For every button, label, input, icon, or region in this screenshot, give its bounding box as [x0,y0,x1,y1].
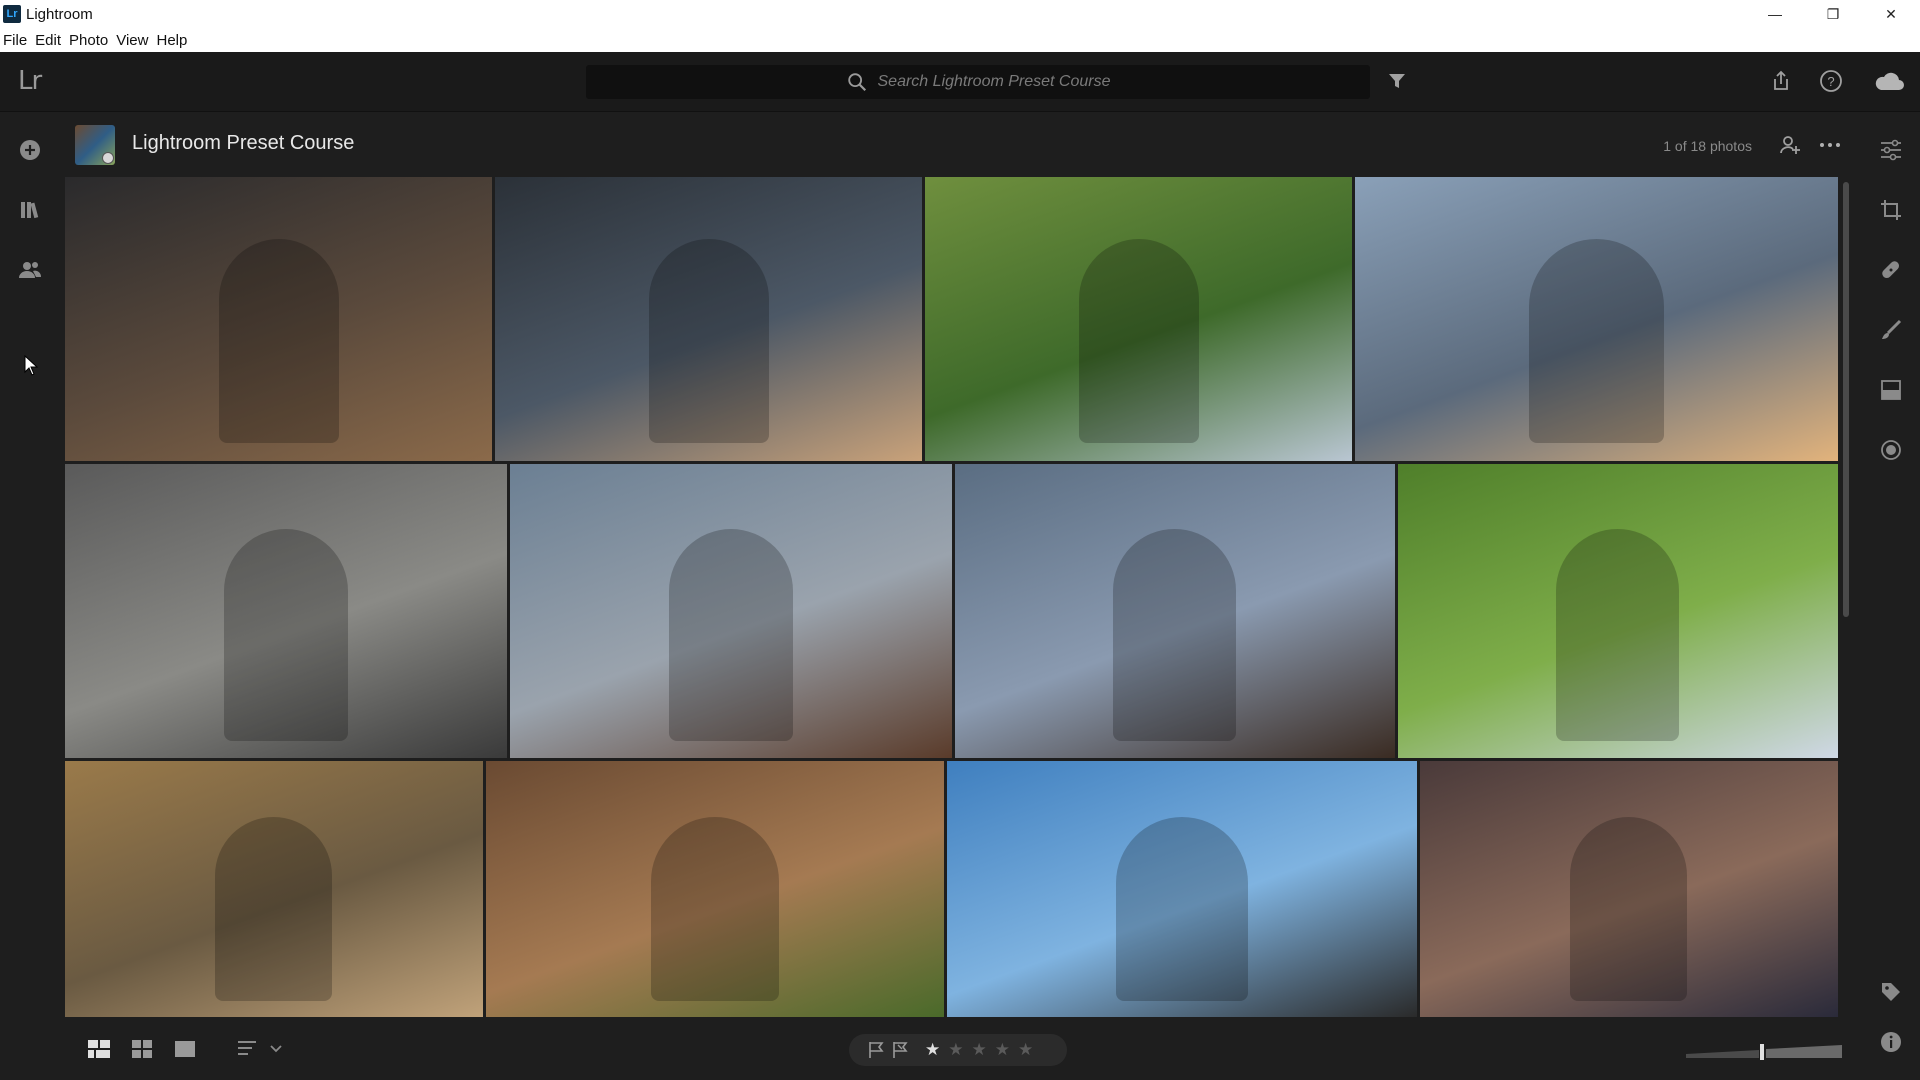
info-icon[interactable] [1878,1029,1904,1055]
brush-icon[interactable] [1878,317,1904,343]
cloud-sync-icon[interactable] [1872,68,1906,94]
close-button[interactable]: ✕ [1862,0,1920,28]
window-controls: — ❐ ✕ [1746,0,1920,28]
photo-subject [1556,529,1679,741]
title-bar: Lr Lightroom — ❐ ✕ [0,0,1920,28]
thumbnail-size-slider[interactable] [1684,1040,1844,1060]
photo-subject [669,529,793,741]
pick-flag-icon[interactable] [867,1041,885,1059]
star-rating-2[interactable]: ★ [948,1040,963,1060]
menu-bar: File Edit Photo View Help [0,28,1920,52]
photo-tile[interactable] [486,761,944,1017]
photo-tile[interactable] [955,464,1395,758]
photo-tile[interactable] [510,464,952,758]
photo-subject [219,239,339,443]
photo-subject [1079,239,1199,443]
window-title: Lightroom [26,5,93,23]
top-app-bar: Lr Search Lightroom Preset Course ? [0,52,1920,112]
photo-count: 1 of 18 photos [1663,138,1752,154]
radial-gradient-icon[interactable] [1878,437,1904,463]
restore-button[interactable]: ❐ [1804,0,1862,28]
crop-rotate-icon[interactable] [1878,197,1904,223]
sort-icon[interactable] [237,1036,263,1062]
photo-tile[interactable] [495,177,922,461]
photo-tile[interactable] [1420,761,1838,1017]
mouse-cursor-icon [18,353,44,379]
share-icon[interactable] [1768,68,1794,94]
left-rail [0,113,60,1080]
svg-text:?: ? [1827,74,1834,89]
reject-flag-icon[interactable] [891,1041,909,1059]
photo-subject [224,529,348,741]
share-album-people-icon[interactable] [1778,133,1802,157]
edit-sliders-icon[interactable] [1878,137,1904,163]
bottom-toolbar: ★ ★ ★ ★ ★ [60,1018,1862,1080]
photo-tile[interactable] [925,177,1352,461]
photo-tile[interactable] [65,464,507,758]
chevron-down-icon[interactable] [268,1036,284,1062]
help-icon[interactable]: ? [1818,68,1844,94]
photo-tile[interactable] [947,761,1417,1017]
slider-handle[interactable] [1760,1044,1764,1060]
keywords-tag-icon[interactable] [1878,979,1904,1005]
minimize-button[interactable]: — [1746,0,1804,28]
flag-rating-bar: ★ ★ ★ ★ ★ [849,1034,1067,1066]
star-rating-4[interactable]: ★ [995,1040,1010,1060]
menu-photo[interactable]: Photo [65,32,112,49]
photo-tile[interactable] [65,761,483,1017]
photo-subject [649,239,769,443]
more-options-icon[interactable] [1818,133,1842,157]
photo-tile[interactable] [1355,177,1838,461]
right-rail [1862,113,1920,1080]
library-icon[interactable] [17,197,43,223]
star-rating-3[interactable]: ★ [972,1040,987,1060]
search-placeholder: Search Lightroom Preset Course [877,73,1111,90]
healing-brush-icon[interactable] [1878,257,1904,283]
menu-view[interactable]: View [112,32,152,49]
linear-gradient-icon[interactable] [1878,377,1904,403]
album-header: Lightroom Preset Course 1 of 18 photos [60,113,1862,175]
photo-subject [1570,817,1687,1001]
detail-view-icon[interactable] [172,1036,198,1062]
lr-logo: Lr [18,66,42,96]
menu-file[interactable]: File [0,32,31,49]
square-grid-view-icon[interactable] [86,1036,112,1062]
scrollbar-thumb[interactable] [1843,182,1849,617]
grid-scrollbar[interactable] [1843,182,1849,1012]
photo-subject [1113,529,1236,741]
star-rating-5[interactable]: ★ [1018,1040,1033,1060]
photo-subject [1116,817,1248,1001]
photo-grid [65,177,1838,1017]
menu-edit[interactable]: Edit [31,32,65,49]
lightroom-app-icon: Lr [3,5,21,23]
search-icon [847,73,866,92]
search-input[interactable]: Search Lightroom Preset Course [586,65,1370,99]
menu-help[interactable]: Help [152,32,191,49]
photo-subject [215,817,332,1001]
add-photos-icon[interactable] [17,137,43,163]
album-title: Lightroom Preset Course [132,132,355,154]
photo-tile[interactable] [1398,464,1838,758]
filter-icon[interactable] [1384,68,1410,94]
people-icon[interactable] [17,257,43,283]
photo-tile[interactable] [65,177,492,461]
album-cover-thumbnail[interactable] [75,125,115,165]
photo-subject [1529,239,1664,443]
star-rating-1[interactable]: ★ [925,1040,940,1060]
shared-badge-icon [102,152,114,164]
photo-grid-view-icon[interactable] [129,1036,155,1062]
photo-subject [651,817,779,1001]
